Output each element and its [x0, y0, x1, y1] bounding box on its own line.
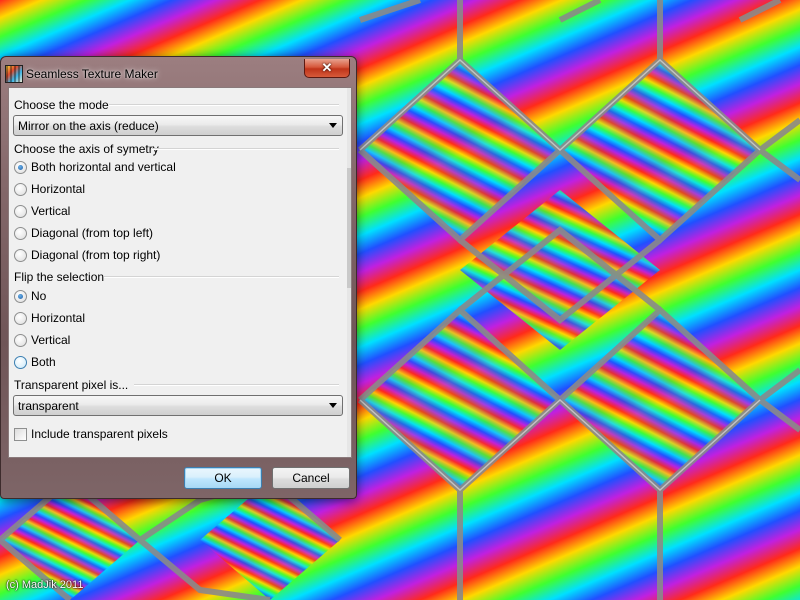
flip-horizontal-label: Horizontal [31, 311, 86, 325]
mode-dropdown-value: Mirror on the axis (reduce) [18, 119, 159, 133]
flip-vertical-radio[interactable] [14, 334, 27, 347]
include-transparent-label: Include transparent pixels [31, 427, 168, 441]
close-icon: ✕ [321, 60, 333, 75]
transparent-dropdown[interactable]: transparent [13, 395, 343, 416]
axis-diagonal-top-right-radio[interactable] [14, 249, 27, 262]
transparent-divider [134, 384, 339, 386]
include-transparent-checkbox[interactable] [14, 428, 27, 441]
chevron-down-icon [329, 123, 337, 128]
axis-both-label: Both horizontal and vertical [31, 160, 176, 174]
window-title: Seamless Texture Maker [26, 67, 158, 81]
axis-diagonal-top-right-label: Diagonal (from top right) [31, 248, 161, 262]
cancel-button[interactable]: Cancel [272, 467, 350, 489]
axis-divider [152, 148, 339, 150]
title-bar[interactable]: Seamless Texture Maker ✕ [1, 57, 356, 85]
scrollbar-thumb[interactable] [347, 168, 351, 288]
axis-vertical-radio[interactable] [14, 205, 27, 218]
mode-divider [109, 104, 339, 106]
flip-both-label: Both [31, 355, 56, 369]
transparent-dropdown-value: transparent [18, 399, 79, 413]
dialog-content: Choose the mode Mirror on the axis (redu… [8, 87, 352, 458]
flip-no-radio[interactable] [14, 290, 27, 303]
axis-diagonal-top-left-label: Diagonal (from top left) [31, 226, 154, 240]
seamless-texture-maker-dialog: Seamless Texture Maker ✕ Choose the mode… [0, 56, 357, 499]
axis-diagonal-top-left-radio[interactable] [14, 227, 27, 240]
flip-divider [104, 276, 339, 278]
axis-horizontal-label: Horizontal [31, 182, 86, 196]
mode-dropdown[interactable]: Mirror on the axis (reduce) [13, 115, 343, 136]
flip-label: Flip the selection [14, 270, 105, 284]
close-button[interactable]: ✕ [304, 59, 350, 78]
axis-label: Choose the axis of symetry [14, 142, 159, 156]
flip-vertical-label: Vertical [31, 333, 71, 347]
ok-button[interactable]: OK [184, 467, 262, 489]
flip-no-label: No [31, 289, 47, 303]
flip-both-radio[interactable] [14, 356, 27, 369]
scrollbar[interactable] [347, 88, 351, 457]
flip-horizontal-radio[interactable] [14, 312, 27, 325]
mode-label: Choose the mode [14, 98, 109, 112]
axis-vertical-label: Vertical [31, 204, 71, 218]
axis-horizontal-radio[interactable] [14, 183, 27, 196]
copyright-text: (c) MadJik 2011 [6, 579, 84, 591]
transparent-label: Transparent pixel is... [14, 378, 129, 392]
chevron-down-icon [329, 403, 337, 408]
app-texture-icon [5, 65, 23, 83]
axis-both-radio[interactable] [14, 161, 27, 174]
